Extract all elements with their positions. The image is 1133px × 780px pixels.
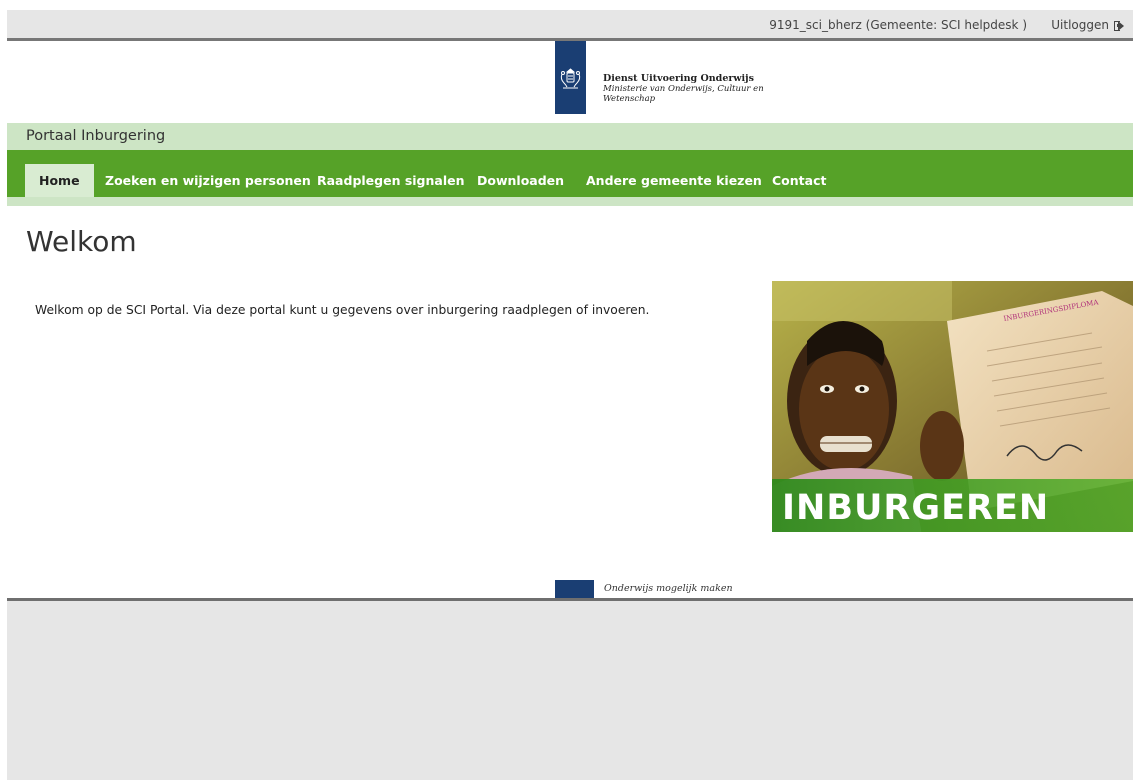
nav-item-gemeente[interactable]: Andere gemeente kiezen (586, 164, 762, 197)
main-nav: Home Zoeken en wijzigen personen Raadple… (7, 150, 1133, 206)
top-bar: 9191_sci_bherz (Gemeente: SCI helpdesk )… (7, 10, 1133, 41)
nav-item-contact[interactable]: Contact (772, 164, 826, 197)
logo-line-3: Wetenschap (603, 94, 656, 104)
nav-item-home[interactable]: Home (25, 164, 94, 197)
nav-item-signalen[interactable]: Raadplegen signalen (317, 164, 465, 197)
logo-text: Dienst Uitvoering Onderwijs Ministerie v… (603, 74, 764, 114)
logo-line-1: Dienst Uitvoering Onderwijs (603, 73, 754, 84)
footer-area (7, 601, 1133, 780)
hero-label: INBURGEREN (782, 488, 1050, 528)
intro-text: Welkom op de SCI Portal. Via deze portal… (35, 303, 650, 317)
nav-item-zoeken[interactable]: Zoeken en wijzigen personen (105, 164, 311, 197)
page-frame: 9191_sci_bherz (Gemeente: SCI helpdesk )… (7, 0, 1133, 780)
page-title: Welkom (26, 225, 137, 258)
crest-icon (560, 68, 581, 89)
nav-item-downloaden[interactable]: Downloaden (477, 164, 564, 197)
logo-ribbon (555, 41, 586, 114)
logo-line-2: Ministerie van Onderwijs, Cultuur en (603, 84, 764, 94)
footer-logo-mark (555, 580, 594, 599)
portal-bar: Portaal Inburgering (7, 123, 1133, 150)
footer-tagline: Onderwijs mogelijk maken (604, 583, 733, 594)
logout-label[interactable]: Uitloggen (1051, 18, 1109, 32)
portal-title: Portaal Inburgering (26, 128, 166, 144)
organization-logo: Dienst Uitvoering Onderwijs Ministerie v… (555, 41, 764, 114)
logout-icon[interactable] (1114, 20, 1125, 31)
logout-link[interactable]: Uitloggen (1051, 18, 1125, 32)
user-info: 9191_sci_bherz (Gemeente: SCI helpdesk ) (769, 18, 1027, 32)
hero-image: INBURGERINGSDIPLOMA INBURGEREN (772, 281, 1133, 532)
